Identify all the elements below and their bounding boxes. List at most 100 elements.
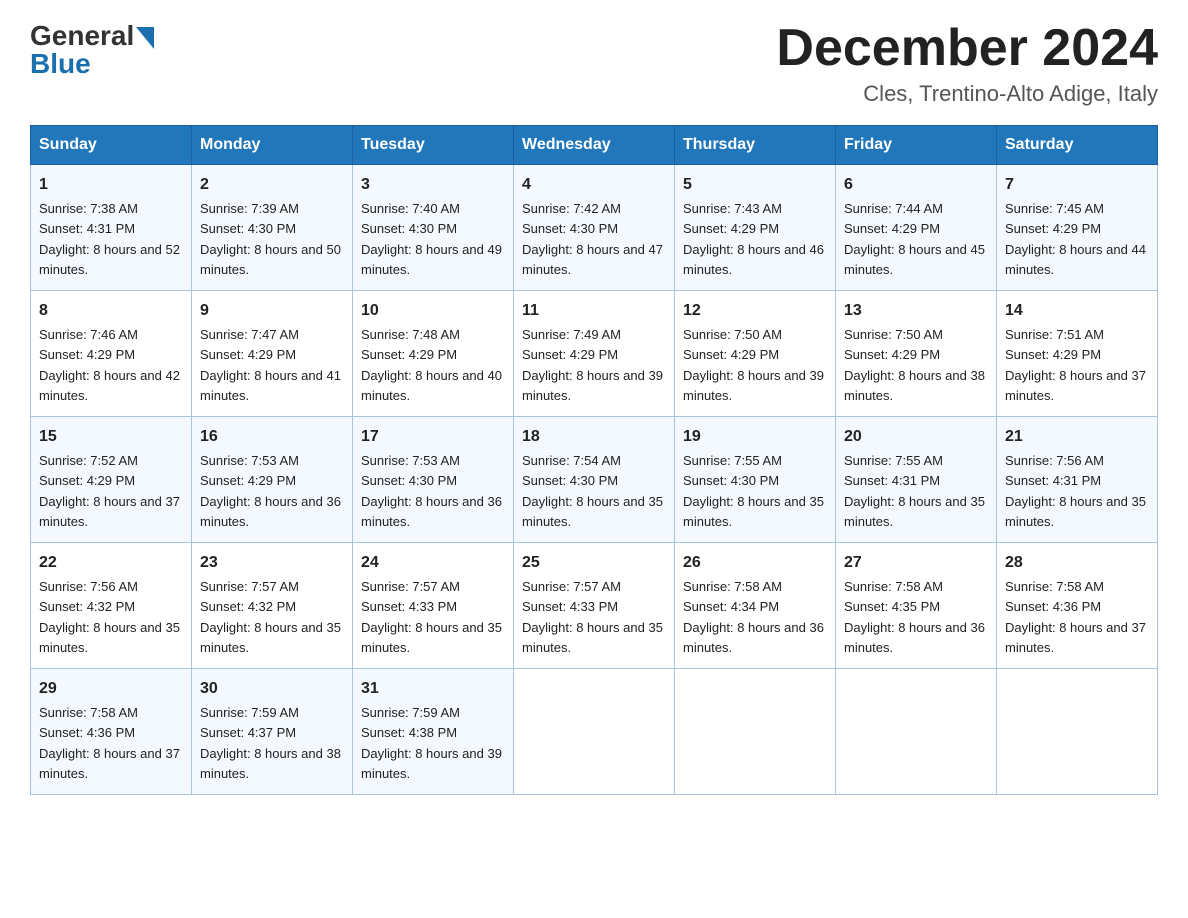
- day-number: 17: [361, 425, 505, 449]
- day-info: Sunrise: 7:51 AMSunset: 4:29 PMDaylight:…: [1005, 327, 1146, 403]
- calendar-cell: 18 Sunrise: 7:54 AMSunset: 4:30 PMDayligh…: [514, 417, 675, 543]
- day-number: 25: [522, 551, 666, 575]
- calendar-cell: 5 Sunrise: 7:43 AMSunset: 4:29 PMDaylight…: [675, 165, 836, 291]
- calendar-cell: 23Sunrise: 7:57 AMSunset: 4:32 PMDayligh…: [192, 543, 353, 669]
- day-info: Sunrise: 7:54 AMSunset: 4:30 PMDaylight:…: [522, 453, 663, 529]
- calendar-week-row: 29 Sunrise: 7:58 AMSunset: 4:36 PMDayligh…: [31, 669, 1158, 795]
- day-info: Sunrise: 7:58 AMSunset: 4:36 PMDaylight:…: [1005, 579, 1146, 655]
- calendar-cell: 14 Sunrise: 7:51 AMSunset: 4:29 PMDayligh…: [997, 291, 1158, 417]
- calendar-cell: 10 Sunrise: 7:48 AMSunset: 4:29 PMDayligh…: [353, 291, 514, 417]
- day-number: 16: [200, 425, 344, 449]
- calendar-cell: 15 Sunrise: 7:52 AMSunset: 4:29 PMDayligh…: [31, 417, 192, 543]
- calendar-cell: 8 Sunrise: 7:46 AMSunset: 4:29 PMDaylight…: [31, 291, 192, 417]
- calendar-cell: 22Sunrise: 7:56 AMSunset: 4:32 PMDayligh…: [31, 543, 192, 669]
- day-number: 5: [683, 173, 827, 197]
- calendar-cell: 7Sunrise: 7:45 AMSunset: 4:29 PMDaylight…: [997, 165, 1158, 291]
- day-info: Sunrise: 7:47 AMSunset: 4:29 PMDaylight:…: [200, 327, 341, 403]
- calendar-cell: 11 Sunrise: 7:49 AMSunset: 4:29 PMDayligh…: [514, 291, 675, 417]
- day-number: 10: [361, 299, 505, 323]
- header-wednesday: Wednesday: [514, 126, 675, 165]
- day-number: 30: [200, 677, 344, 701]
- header-sunday: Sunday: [31, 126, 192, 165]
- calendar-cell: 4 Sunrise: 7:42 AMSunset: 4:30 PMDaylight…: [514, 165, 675, 291]
- day-info: Sunrise: 7:59 AMSunset: 4:38 PMDaylight:…: [361, 705, 502, 781]
- day-info: Sunrise: 7:57 AMSunset: 4:33 PMDaylight:…: [522, 579, 663, 655]
- day-number: 31: [361, 677, 505, 701]
- calendar-cell: 6 Sunrise: 7:44 AMSunset: 4:29 PMDaylight…: [836, 165, 997, 291]
- day-number: 2: [200, 173, 344, 197]
- day-number: 28: [1005, 551, 1149, 575]
- calendar-cell: [675, 669, 836, 795]
- calendar-cell: 29 Sunrise: 7:58 AMSunset: 4:36 PMDayligh…: [31, 669, 192, 795]
- day-number: 27: [844, 551, 988, 575]
- day-number: 12: [683, 299, 827, 323]
- day-info: Sunrise: 7:56 AMSunset: 4:32 PMDaylight:…: [39, 579, 180, 655]
- calendar-week-row: 15 Sunrise: 7:52 AMSunset: 4:29 PMDayligh…: [31, 417, 1158, 543]
- calendar-cell: 17Sunrise: 7:53 AMSunset: 4:30 PMDayligh…: [353, 417, 514, 543]
- day-info: Sunrise: 7:43 AMSunset: 4:29 PMDaylight:…: [683, 201, 824, 277]
- day-number: 26: [683, 551, 827, 575]
- day-number: 3: [361, 173, 505, 197]
- month-title: December 2024: [776, 20, 1158, 77]
- day-number: 6: [844, 173, 988, 197]
- day-number: 18: [522, 425, 666, 449]
- calendar-cell: 13 Sunrise: 7:50 AMSunset: 4:29 PMDayligh…: [836, 291, 997, 417]
- header-friday: Friday: [836, 126, 997, 165]
- day-info: Sunrise: 7:58 AMSunset: 4:34 PMDaylight:…: [683, 579, 824, 655]
- day-info: Sunrise: 7:45 AMSunset: 4:29 PMDaylight:…: [1005, 201, 1146, 277]
- calendar-header-row: SundayMondayTuesdayWednesdayThursdayFrid…: [31, 126, 1158, 165]
- day-info: Sunrise: 7:48 AMSunset: 4:29 PMDaylight:…: [361, 327, 502, 403]
- day-info: Sunrise: 7:53 AMSunset: 4:29 PMDaylight:…: [200, 453, 341, 529]
- location-subtitle: Cles, Trentino-Alto Adige, Italy: [776, 81, 1158, 107]
- calendar-cell: [514, 669, 675, 795]
- header-tuesday: Tuesday: [353, 126, 514, 165]
- day-number: 1: [39, 173, 183, 197]
- day-info: Sunrise: 7:39 AMSunset: 4:30 PMDaylight:…: [200, 201, 341, 277]
- calendar-week-row: 1 Sunrise: 7:38 AMSunset: 4:31 PMDaylight…: [31, 165, 1158, 291]
- day-number: 15: [39, 425, 183, 449]
- day-number: 8: [39, 299, 183, 323]
- day-info: Sunrise: 7:49 AMSunset: 4:29 PMDaylight:…: [522, 327, 663, 403]
- day-info: Sunrise: 7:58 AMSunset: 4:35 PMDaylight:…: [844, 579, 985, 655]
- calendar-cell: 28 Sunrise: 7:58 AMSunset: 4:36 PMDayligh…: [997, 543, 1158, 669]
- day-number: 13: [844, 299, 988, 323]
- calendar-cell: [997, 669, 1158, 795]
- calendar-cell: 16 Sunrise: 7:53 AMSunset: 4:29 PMDayligh…: [192, 417, 353, 543]
- calendar-cell: [836, 669, 997, 795]
- logo: General Blue: [30, 20, 154, 80]
- calendar-cell: 20Sunrise: 7:55 AMSunset: 4:31 PMDayligh…: [836, 417, 997, 543]
- calendar-cell: 2 Sunrise: 7:39 AMSunset: 4:30 PMDaylight…: [192, 165, 353, 291]
- day-info: Sunrise: 7:42 AMSunset: 4:30 PMDaylight:…: [522, 201, 663, 277]
- calendar-week-row: 22Sunrise: 7:56 AMSunset: 4:32 PMDayligh…: [31, 543, 1158, 669]
- day-info: Sunrise: 7:57 AMSunset: 4:32 PMDaylight:…: [200, 579, 341, 655]
- day-info: Sunrise: 7:38 AMSunset: 4:31 PMDaylight:…: [39, 201, 180, 277]
- title-area: December 2024 Cles, Trentino-Alto Adige,…: [776, 20, 1158, 107]
- calendar-cell: 30 Sunrise: 7:59 AMSunset: 4:37 PMDayligh…: [192, 669, 353, 795]
- day-info: Sunrise: 7:40 AMSunset: 4:30 PMDaylight:…: [361, 201, 502, 277]
- calendar-cell: 26 Sunrise: 7:58 AMSunset: 4:34 PMDayligh…: [675, 543, 836, 669]
- calendar-cell: 24Sunrise: 7:57 AMSunset: 4:33 PMDayligh…: [353, 543, 514, 669]
- header-thursday: Thursday: [675, 126, 836, 165]
- logo-triangle-icon: [136, 27, 154, 49]
- calendar-cell: 9 Sunrise: 7:47 AMSunset: 4:29 PMDaylight…: [192, 291, 353, 417]
- day-info: Sunrise: 7:46 AMSunset: 4:29 PMDaylight:…: [39, 327, 180, 403]
- day-info: Sunrise: 7:44 AMSunset: 4:29 PMDaylight:…: [844, 201, 985, 277]
- day-info: Sunrise: 7:58 AMSunset: 4:36 PMDaylight:…: [39, 705, 180, 781]
- calendar-cell: 27 Sunrise: 7:58 AMSunset: 4:35 PMDayligh…: [836, 543, 997, 669]
- day-info: Sunrise: 7:59 AMSunset: 4:37 PMDaylight:…: [200, 705, 341, 781]
- day-number: 9: [200, 299, 344, 323]
- calendar-cell: 1 Sunrise: 7:38 AMSunset: 4:31 PMDaylight…: [31, 165, 192, 291]
- day-info: Sunrise: 7:52 AMSunset: 4:29 PMDaylight:…: [39, 453, 180, 529]
- day-info: Sunrise: 7:55 AMSunset: 4:30 PMDaylight:…: [683, 453, 824, 529]
- day-number: 21: [1005, 425, 1149, 449]
- day-number: 14: [1005, 299, 1149, 323]
- day-number: 29: [39, 677, 183, 701]
- calendar-cell: 19 Sunrise: 7:55 AMSunset: 4:30 PMDayligh…: [675, 417, 836, 543]
- day-info: Sunrise: 7:50 AMSunset: 4:29 PMDaylight:…: [844, 327, 985, 403]
- day-number: 4: [522, 173, 666, 197]
- day-number: 19: [683, 425, 827, 449]
- calendar-table: SundayMondayTuesdayWednesdayThursdayFrid…: [30, 125, 1158, 795]
- page-header: General Blue December 2024 Cles, Trentin…: [30, 20, 1158, 107]
- day-info: Sunrise: 7:55 AMSunset: 4:31 PMDaylight:…: [844, 453, 985, 529]
- day-number: 11: [522, 299, 666, 323]
